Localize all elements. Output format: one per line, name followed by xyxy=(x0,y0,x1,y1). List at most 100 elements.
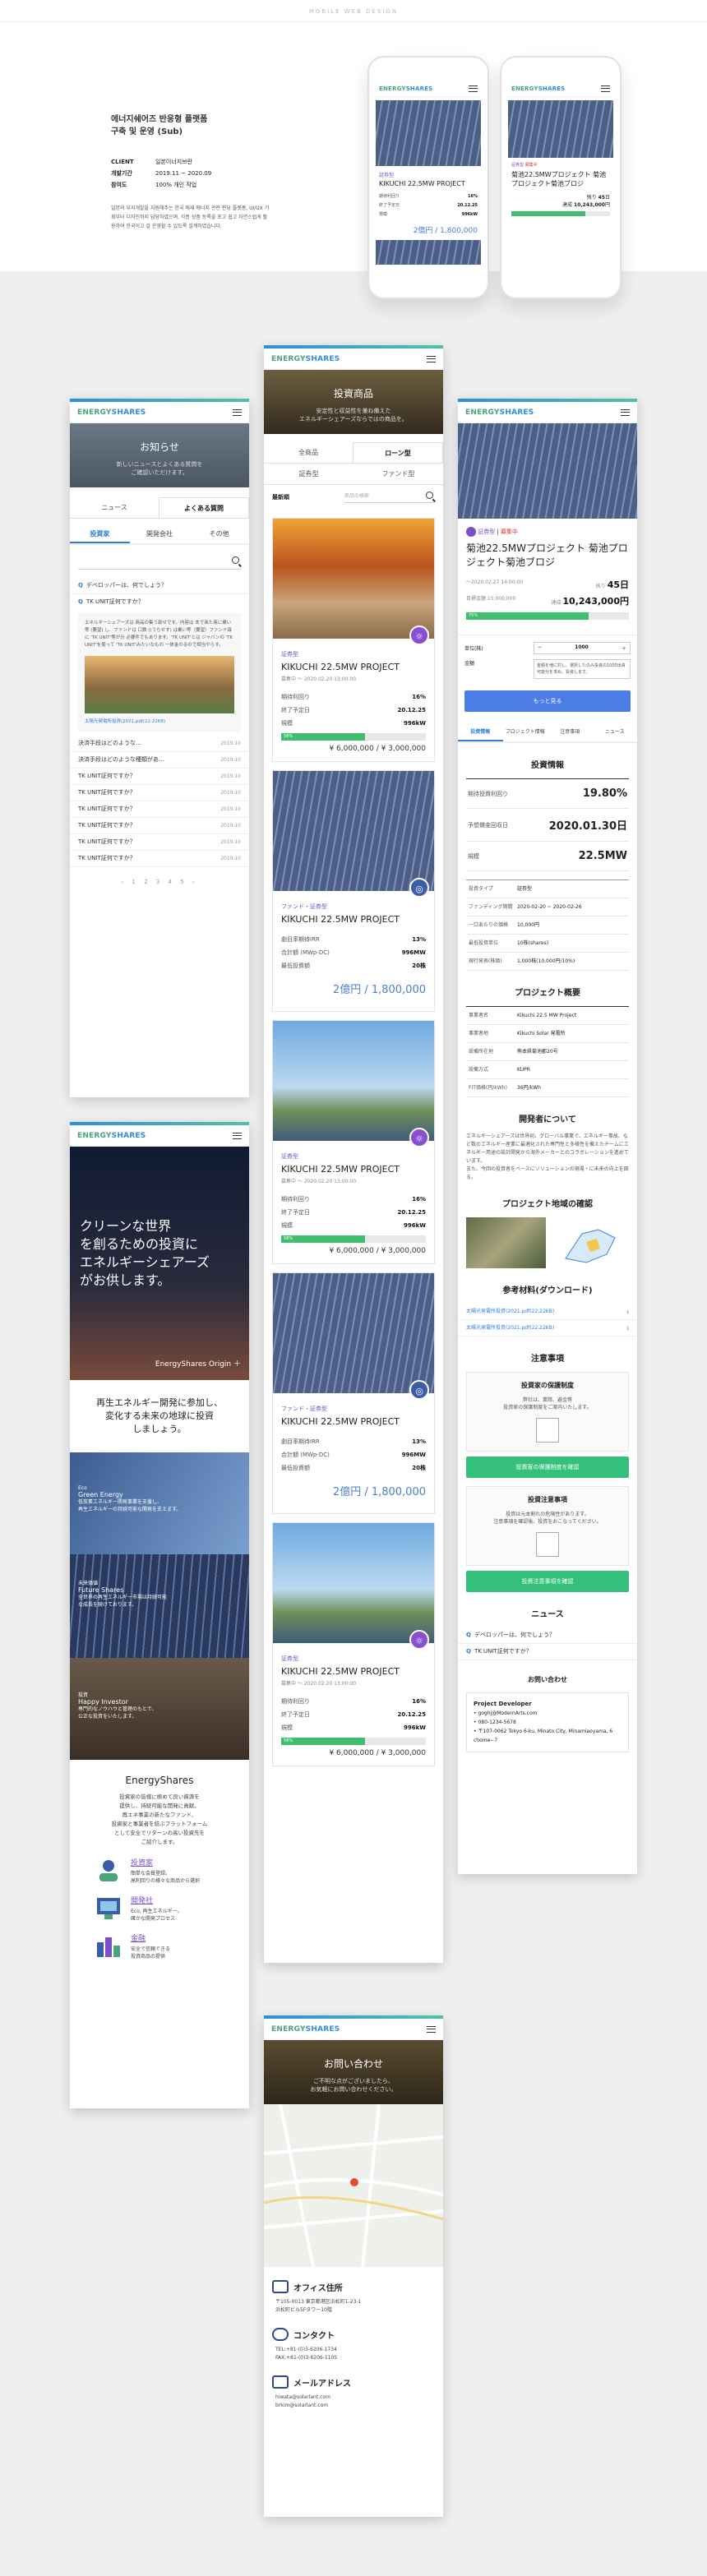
funding-progress: 58% xyxy=(281,733,426,741)
news-item[interactable]: Q デベロッパーは、何でしょう？ xyxy=(458,1627,637,1644)
phone-icon xyxy=(272,2328,289,2341)
mail-icon xyxy=(272,2375,289,2389)
product-card[interactable]: ☼ 証券型 KIKUCHI 22.5MW PROJECT 募集中 ～ 2020.02.… xyxy=(272,1020,435,1264)
key-metric: 予想償金回収日 2020.01.30日 xyxy=(466,809,629,842)
table-row: 最低投資単位 10株(shares) xyxy=(466,935,629,953)
caution-button[interactable]: 投資注意事項を確認 xyxy=(466,1571,629,1592)
table-row: 設備所在地 熊本県菊池郡20号 xyxy=(466,1043,629,1061)
home-lead: 再生エネルギー開発に参加し、 変化する未来の地球に投資 しましょう。 xyxy=(96,1397,223,1434)
faq-item-open[interactable]: Q デベロッパーは、何でしょう？ xyxy=(70,578,249,594)
search-icon[interactable] xyxy=(232,556,239,564)
funding-progress: 58% xyxy=(281,1738,426,1745)
product-type: 証券型 xyxy=(379,173,395,178)
product-amount: 2億円 / 1,800,000 xyxy=(413,227,478,235)
mail-address[interactable]: hiwata@solarlant.com brkim@solarlant.com xyxy=(272,2394,435,2410)
tab-faq[interactable]: よくある質問 xyxy=(159,497,249,518)
menu-icon[interactable] xyxy=(427,2025,436,2033)
tel-fax: TEL:+81-(0)3-6206-1734 FAX:+81-(0)3-6206… xyxy=(275,2347,338,2361)
product-title: KIKUCHI 22.5MW PROJECT xyxy=(281,1416,400,1427)
product-card[interactable]: ◎ ファンド・証券型 KIKUCHI 22.5MW PROJECT 劇目率期待IRR 1… xyxy=(272,770,435,1012)
faq-item[interactable]: TK UNIT証何ですか？ 2019.10 xyxy=(70,851,249,867)
logo: ENERGYSHARES xyxy=(271,2024,340,2034)
finance-icon xyxy=(95,1932,122,1959)
tab-project-info[interactable]: プロジェクト情報 xyxy=(503,723,548,741)
hero-subtitle: ご不明な点がございましたら、 お気軽にお問い合わせください。 xyxy=(310,2078,397,2093)
block-happy: 投資 Happy Investor 専門的なノウハウと管理のもとで、 公正な投資をい… xyxy=(70,1658,249,1760)
section-title: 投資情報 xyxy=(531,761,564,770)
table-row: 事業者名 Kikuchi 22.5 MW Project xyxy=(466,1007,629,1025)
office-map[interactable] xyxy=(264,2103,443,2268)
developer-icon xyxy=(95,1895,122,1921)
faq-item[interactable]: TK UNIT証何ですか？ 2019.10 xyxy=(70,818,249,834)
satellite-map xyxy=(466,1217,546,1268)
home-headline: クリーンな世界 を創るための投資に エネルギーシェアーズ がお供します。 xyxy=(80,1218,210,1288)
building-icon xyxy=(272,2280,289,2293)
news-item[interactable]: Q TK UNIT証何ですか？ xyxy=(458,1644,637,1660)
faq-item[interactable]: TK UNIT証何ですか？ 2019.10 xyxy=(70,834,249,851)
product-card[interactable]: ◎ ファンド・証券型 KIKUCHI 22.5MW PROJECT 劇目率期待IRR 1… xyxy=(272,1272,435,1514)
tab-all[interactable]: 全商品 xyxy=(264,442,353,463)
section-title: プロジェクト概要 xyxy=(515,989,580,998)
menu-icon[interactable] xyxy=(233,1132,242,1139)
hero: お問い合わせ ご不明な点がございましたら、 お気軽にお問い合わせください。 xyxy=(264,2040,443,2104)
answer-image xyxy=(85,656,234,713)
faq-item[interactable]: 決済手段はどのような種類があ… 2019.10 xyxy=(70,752,249,769)
subtab-other[interactable]: その他 xyxy=(189,525,249,543)
doc-link[interactable]: 太陽光発電所投資(2021.pdf(22.22KB) ⤓ xyxy=(458,1320,637,1336)
phone-mockup-detail: ENERGYSHARES 証券型 募集中 菊池22.5MWプロジェクト 菊池プロ… xyxy=(500,56,622,299)
faq-item[interactable]: TK UNIT証何ですか？ 2019.10 xyxy=(70,785,249,801)
tab-news[interactable]: ニュース xyxy=(593,723,638,741)
faq-item-open[interactable]: Q TK UNIT証何ですか？ xyxy=(70,594,249,610)
phone-mockup-list: ENERGYSHARES 証券型 KIKUCHI 22.5MW PROJECT … xyxy=(367,56,489,299)
menu-icon[interactable] xyxy=(427,355,436,362)
product-search[interactable]: 商品の検索 xyxy=(344,492,435,503)
faq-item[interactable]: TK UNIT証何ですか？ 2019.10 xyxy=(70,801,249,818)
about-text: 投資家の皆様に極めて良い資源を 提供し、持続可能な開発に貢献。 再エネ事業の新た… xyxy=(111,1794,208,1845)
menu-icon[interactable] xyxy=(601,85,610,92)
securities-icon: ☼ xyxy=(409,626,429,645)
unit-stepper[interactable]: −1000 ＋ xyxy=(534,642,631,654)
document-icon xyxy=(536,1532,559,1557)
region-map xyxy=(549,1217,629,1268)
menu-icon[interactable] xyxy=(469,85,478,92)
tab-securities[interactable]: 証券型 xyxy=(264,464,354,484)
product-card[interactable]: ☼ 証券型 KIKUCHI 22.5MW PROJECT 募集中 ～ 2020.02.… xyxy=(272,1522,435,1766)
investment-caution: 投資注意事項 投資は元本割れの危険性があります。 注意事項を確認後、投資をおこなっ… xyxy=(466,1486,629,1566)
product-image: ◎ xyxy=(273,771,434,898)
product-card[interactable]: ☼ 証券型 KIKUCHI 22.5MW PROJECT 募集中 ～ 2020.02.… xyxy=(272,518,435,762)
tab-caution[interactable]: 注意事項 xyxy=(548,723,593,741)
sort-select[interactable]: 最新順 xyxy=(272,493,289,501)
doc-link[interactable]: 太陽光発電所投資(2021.pdf(22.22KB) ⤓ xyxy=(458,1304,637,1320)
table-row: 設備方式 KUPR xyxy=(466,1061,629,1079)
section-title: 参考材料(ダウンロード) xyxy=(502,1286,593,1295)
faq-item[interactable]: TK UNIT証何ですか？ 2019.10 xyxy=(70,769,249,785)
product-image: ☼ xyxy=(273,1523,434,1650)
screen-product-list: ENERGYSHARES 投資商品 安定性と収益性を兼ね備えた エネルギーシェア… xyxy=(264,345,443,1963)
invest-button[interactable]: もっと見る xyxy=(464,690,631,712)
product-amount: ¥ 6,000,000 / ¥ 3,000,000 xyxy=(329,1247,426,1255)
product-image xyxy=(508,100,613,158)
menu-icon[interactable] xyxy=(621,409,630,416)
tab-loan[interactable]: ローン型 xyxy=(353,442,443,463)
table-row: ファンディング期間 2020-02-20 ~ 2020-02-26 xyxy=(466,898,629,916)
logo: ENERGYSHARES xyxy=(511,85,566,92)
search-input[interactable] xyxy=(78,553,241,570)
protection-button[interactable]: 投資家の保護制度を確認 xyxy=(466,1457,629,1478)
logo: ENERGYSHARES xyxy=(271,354,340,363)
origin-link[interactable]: EnergyShares Origin ＋ xyxy=(155,1358,241,1369)
product-title: 菊池22.5MWプロジェクト 菊池プロジェクト菊池ブロジ xyxy=(511,171,607,187)
subtab-developer[interactable]: 開発会社 xyxy=(130,525,190,543)
download-link[interactable]: 太陽光発電所投資(2021.pdf(22.22KB) xyxy=(85,718,234,726)
faq-item[interactable]: 決済手段はどのような… 2019.10 xyxy=(70,736,249,752)
tab-fund[interactable]: ファンド型 xyxy=(354,464,443,484)
logo: ENERGYSHARES xyxy=(465,408,534,417)
tab-news[interactable]: ニュース xyxy=(70,497,159,518)
tab-bar-2: 証券型 ファンド型 xyxy=(264,464,443,485)
menu-icon[interactable] xyxy=(233,409,242,416)
document-icon xyxy=(536,1418,559,1443)
subtab-investor[interactable]: 投資家 xyxy=(70,525,130,543)
tab-invest-info[interactable]: 投資情報 xyxy=(458,723,503,741)
download-icon: ⤓ xyxy=(626,1325,629,1331)
detail-tabs: 投資情報 プロジェクト情報 注意事項 ニュース xyxy=(458,723,637,743)
pagination[interactable]: ‹ 1 2 3 4 5 › xyxy=(70,867,249,897)
